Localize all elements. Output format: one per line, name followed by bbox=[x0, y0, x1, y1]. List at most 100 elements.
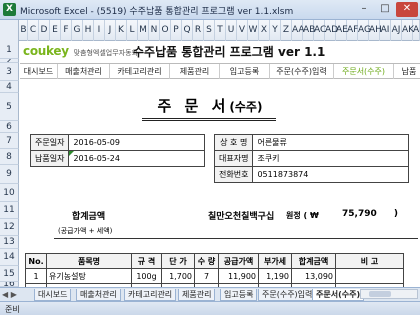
column-header-ak[interactable]: AK bbox=[402, 20, 414, 41]
row-header-10[interactable]: 10 bbox=[0, 184, 19, 202]
sheet-tab-customers[interactable]: 매출처관리 bbox=[76, 289, 121, 301]
horizontal-scrollbar[interactable] bbox=[360, 289, 418, 299]
column-header-w[interactable]: W bbox=[248, 20, 259, 41]
column-header-q[interactable]: Q bbox=[182, 20, 193, 41]
column-header-c[interactable]: C bbox=[28, 20, 39, 41]
row-header-13[interactable]: 13 bbox=[0, 236, 19, 249]
row-header-3[interactable]: 3 bbox=[0, 63, 19, 81]
cell-price[interactable]: 1,700 bbox=[161, 268, 195, 284]
column-header-d[interactable]: D bbox=[39, 20, 50, 41]
scrollbar-thumb[interactable] bbox=[369, 291, 391, 297]
tab-scroll-arrows-icon[interactable]: ◀ ▶ bbox=[2, 290, 17, 299]
company-label: 상 호 명 bbox=[213, 134, 254, 151]
column-header-p[interactable]: P bbox=[171, 20, 182, 41]
nav-customers-button[interactable]: 매출처관리 bbox=[58, 64, 110, 79]
row-header-15[interactable]: 15 bbox=[0, 266, 19, 282]
column-header-o[interactable]: O bbox=[160, 20, 171, 41]
column-header-r[interactable]: R bbox=[193, 20, 204, 41]
table-row[interactable]: 1 유기농설탕 100g 1,700 7 11,900 1,190 13,090 bbox=[25, 268, 404, 284]
column-header-f[interactable]: F bbox=[61, 20, 72, 41]
nav-categories-button[interactable]: 카테고리관리 bbox=[110, 64, 170, 79]
delivery-date-cell[interactable]: 2016-05-24 bbox=[68, 150, 206, 167]
row-header-5[interactable]: 5 bbox=[0, 93, 19, 121]
nav-dashboard-button[interactable]: 대시보드 bbox=[20, 64, 58, 79]
row-header-11[interactable]: 11 bbox=[0, 202, 19, 219]
logo-subtitle: 맞춤형엑셀업무자동화 bbox=[73, 49, 139, 57]
delivery-date-label: 납품일자 bbox=[29, 150, 70, 167]
cell-remarks[interactable] bbox=[335, 268, 404, 284]
nav-receiving-button[interactable]: 입고등록 bbox=[220, 64, 270, 79]
nav-delivery-button[interactable]: 납품 bbox=[394, 64, 420, 79]
window-title: Microsoft Excel - (5519) 수주납품 통합관리 프로그램 … bbox=[20, 7, 294, 17]
rep-cell[interactable]: 조쿠키 bbox=[252, 150, 410, 167]
column-header-ab[interactable]: AB bbox=[303, 20, 315, 41]
column-header-k[interactable]: K bbox=[116, 20, 127, 41]
column-header-t[interactable]: T bbox=[215, 20, 226, 41]
column-header-h[interactable]: H bbox=[83, 20, 94, 41]
sheet-tab-order-entry[interactable]: 주문(수주)입력 bbox=[258, 289, 317, 301]
row-header-12[interactable]: 12 bbox=[0, 219, 19, 236]
sheet-tab-order-form[interactable]: 주문서(수주) bbox=[312, 289, 365, 301]
row-header-14[interactable]: 14 bbox=[0, 249, 19, 266]
minimize-button[interactable]: – bbox=[354, 2, 374, 17]
order-date-cell[interactable]: 2016-05-09 bbox=[68, 134, 206, 151]
row-header-6[interactable]: 6 bbox=[0, 121, 19, 133]
column-header-i[interactable]: I bbox=[94, 20, 105, 41]
column-header-g[interactable]: G bbox=[72, 20, 83, 41]
column-header-aa[interactable]: AA bbox=[292, 20, 305, 41]
column-header-af[interactable]: AF bbox=[347, 20, 358, 41]
column-header-ah[interactable]: AH bbox=[369, 20, 382, 41]
total-amount-value: 75,790 ) bbox=[342, 209, 398, 219]
row-header-8[interactable]: 8 bbox=[0, 149, 19, 165]
document-title-text: 주 문 서 bbox=[157, 97, 230, 115]
select-all-corner[interactable] bbox=[0, 20, 19, 41]
cell-spec[interactable]: 100g bbox=[131, 268, 162, 284]
column-header-v[interactable]: V bbox=[237, 20, 248, 41]
column-header-b[interactable]: B bbox=[20, 20, 28, 41]
column-header-ac[interactable]: AC bbox=[314, 20, 326, 41]
col-header-remarks: 비 고 bbox=[335, 253, 404, 269]
nav-order-entry-button[interactable]: 주문(수주)입력 bbox=[270, 64, 334, 79]
column-header-e[interactable]: E bbox=[50, 20, 61, 41]
nav-products-button[interactable]: 제품관리 bbox=[170, 64, 220, 79]
column-header-s[interactable]: S bbox=[204, 20, 215, 41]
status-bar: 준비 bbox=[0, 301, 420, 315]
column-header-u[interactable]: U bbox=[226, 20, 237, 41]
cell-item[interactable]: 유기농설탕 bbox=[46, 268, 132, 284]
column-header-al[interactable]: AL bbox=[413, 20, 420, 41]
column-header-j[interactable]: J bbox=[105, 20, 116, 41]
window-title-bar: X Microsoft Excel - (5519) 수주납품 통합관리 프로그… bbox=[0, 0, 420, 20]
nav-order-form-button[interactable]: 주문서(수주) bbox=[334, 64, 394, 79]
column-header-m[interactable]: M bbox=[138, 20, 149, 41]
cell-no[interactable]: 1 bbox=[25, 268, 47, 284]
row-header-9[interactable]: 9 bbox=[0, 165, 19, 184]
column-header-x[interactable]: X bbox=[259, 20, 270, 41]
column-header-ai[interactable]: AI bbox=[380, 20, 391, 41]
cell-total[interactable]: 13,090 bbox=[291, 268, 336, 284]
column-header-n[interactable]: N bbox=[149, 20, 160, 41]
cell-qty[interactable]: 7 bbox=[194, 268, 219, 284]
company-cell[interactable]: 어른물류 bbox=[252, 134, 410, 151]
close-button[interactable]: ✕ bbox=[396, 2, 418, 17]
column-header-ae[interactable]: AE bbox=[336, 20, 348, 41]
cell-supply[interactable]: 11,900 bbox=[218, 268, 259, 284]
phone-cell[interactable]: 0511873874 bbox=[252, 166, 410, 183]
column-header-y[interactable]: Y bbox=[270, 20, 281, 41]
column-header-z[interactable]: Z bbox=[281, 20, 292, 41]
column-header-ad[interactable]: AD bbox=[325, 20, 338, 41]
order-date-label: 주문일자 bbox=[29, 134, 70, 151]
row-header-1[interactable]: 1 bbox=[0, 41, 19, 59]
sheet-tab-products[interactable]: 제품관리 bbox=[178, 289, 216, 301]
sheet-tab-categories[interactable]: 카테고리관리 bbox=[124, 289, 177, 301]
cell-vat[interactable]: 1,190 bbox=[258, 268, 292, 284]
row-header-7[interactable]: 7 bbox=[0, 133, 19, 149]
rep-label: 대표자명 bbox=[213, 150, 254, 167]
sheet-tab-receiving[interactable]: 입고등록 bbox=[220, 289, 258, 301]
phone-label: 전화번호 bbox=[213, 166, 254, 183]
column-header-aj[interactable]: AJ bbox=[391, 20, 402, 41]
column-header-l[interactable]: L bbox=[127, 20, 138, 41]
maximize-button[interactable]: □ bbox=[375, 2, 395, 17]
sheet-tab-dashboard[interactable]: 대시보드 bbox=[34, 289, 72, 301]
row-header-4[interactable]: 4 bbox=[0, 81, 19, 93]
column-header-ag[interactable]: AG bbox=[358, 20, 371, 41]
